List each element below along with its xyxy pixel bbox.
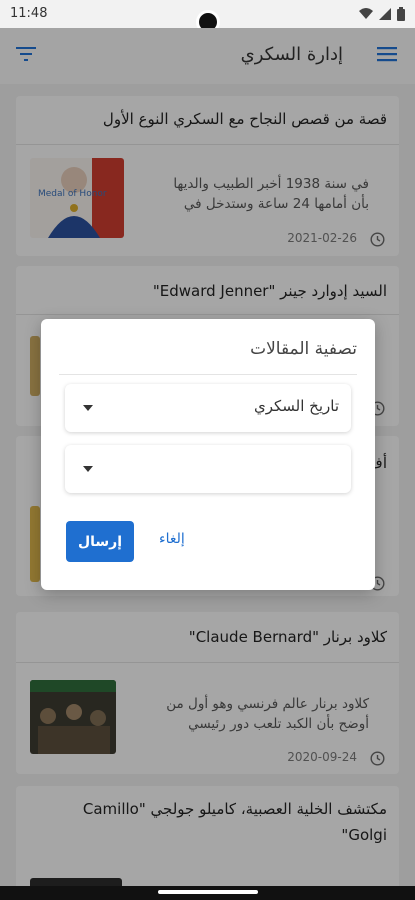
wifi-icon — [359, 8, 373, 19]
battery-icon — [397, 7, 405, 21]
home-handle[interactable] — [158, 890, 258, 894]
caret-down-icon — [83, 405, 93, 411]
select-value: تاريخ السكري — [253, 397, 339, 415]
submit-button[interactable]: إرسال — [66, 521, 134, 562]
system-nav-bar — [0, 886, 415, 900]
status-time: 11:48 — [10, 6, 48, 21]
category-select[interactable]: تاريخ السكري — [65, 384, 351, 432]
status-bar: 11:48 — [0, 0, 415, 34]
dialog-title: تصفية المقالات — [250, 339, 357, 359]
filter-dialog: تصفية المقالات تاريخ السكري إرسال إلغاء — [41, 319, 375, 590]
subcategory-select[interactable] — [65, 445, 351, 493]
status-icons — [359, 7, 405, 21]
signal-icon — [379, 8, 391, 20]
caret-down-icon — [83, 466, 93, 472]
divider — [59, 374, 357, 375]
cancel-button[interactable]: إلغاء — [159, 531, 185, 547]
